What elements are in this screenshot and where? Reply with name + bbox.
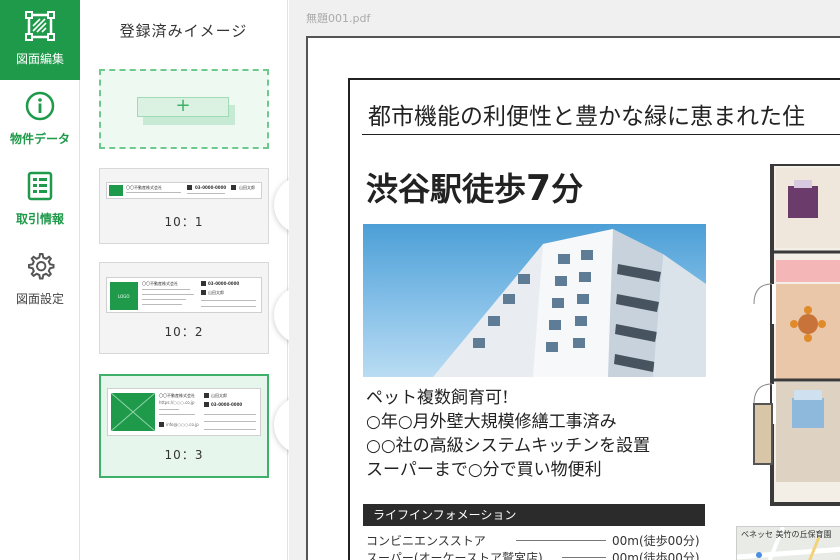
logo-placeholder <box>110 392 156 432</box>
template-card-10-1[interactable]: 〇〇不動産株式会社 03-0000-0000 山田太郎 10：1 <box>99 168 269 244</box>
nav-floorplan-edit[interactable]: 図面編集 <box>0 0 80 80</box>
station-prefix: 渋谷駅徒歩 <box>366 170 527 208</box>
thumb-url: https://○○○.co.jp <box>159 400 195 405</box>
thumb-tel: 03-0000-0000 <box>211 402 243 407</box>
thumb-tel: 03-0000-0000 <box>195 185 227 190</box>
nav-label: 取引情報 <box>15 212 64 226</box>
template-ratio: 10：3 <box>164 448 204 462</box>
plus-icon: + <box>137 97 229 117</box>
feature-item: スーパーまで○分で買い物便利 <box>366 460 602 480</box>
gear-icon <box>28 253 55 280</box>
thumb-logo: LOGO <box>118 294 130 299</box>
template-card-10-2[interactable]: LOGO 〇〇不動産株式会社 03-0000-0000 山田太郎 10：2 <box>99 262 269 354</box>
map-label: ベネッセ 美竹の丘保育園 <box>741 530 832 539</box>
station-suffix: 分 <box>551 170 584 208</box>
phone-icon <box>204 402 209 407</box>
list-document-icon <box>27 171 53 201</box>
info-icon <box>25 91 55 121</box>
nav-label: 図面設定 <box>15 292 64 306</box>
floor-plan-drawing <box>753 162 840 506</box>
thumb-company: 〇〇不動産株式会社 <box>159 393 195 398</box>
leader-line <box>516 540 606 541</box>
floorplan-edit-icon <box>25 11 55 41</box>
nav-label: 物件データ <box>9 132 70 146</box>
phone-icon <box>201 281 206 286</box>
thumb-company: 〇〇不動産株式会社 <box>142 281 178 286</box>
thumb-text-line <box>142 304 182 305</box>
person-icon <box>201 290 206 295</box>
file-name: 無題001.pdf <box>306 12 371 25</box>
thumb-text-line <box>126 192 181 193</box>
thumb-company: 〇〇不動産株式会社 <box>126 185 162 190</box>
thumb-text-line <box>204 429 256 430</box>
person-icon <box>204 393 209 398</box>
side-navigation: 図面編集 物件データ 取引情報 図面設定 <box>0 0 80 560</box>
template-thumbnail: LOGO 〇〇不動産株式会社 03-0000-0000 山田太郎 <box>106 277 262 313</box>
thumb-text-line <box>159 409 179 410</box>
nav-property-data[interactable]: 物件データ <box>0 80 80 160</box>
document-canvas[interactable]: 無題001.pdf 都市機能の利便性と豊かな緑に恵まれた住 渋谷駅徒歩7分 ペッ… <box>289 0 840 560</box>
station-minutes: 7 <box>526 168 552 209</box>
thumb-text-line <box>159 414 195 415</box>
life-information-header: ライフインフォメーション <box>363 504 705 526</box>
thumb-person: 山田太郎 <box>208 290 224 295</box>
template-thumbnail: 〇〇不動産株式会社 03-0000-0000 山田太郎 <box>106 182 262 199</box>
add-image-button[interactable]: + <box>99 69 269 149</box>
template-card-10-3[interactable]: 〇〇不動産株式会社 https://○○○.co.jp info@○○○.co.… <box>99 374 269 478</box>
thumb-person: 山田太郎 <box>211 393 227 398</box>
building-illustration <box>433 229 706 377</box>
nav-label: 図面編集 <box>15 52 64 66</box>
thumb-text-line <box>142 294 194 295</box>
logo-placeholder <box>109 185 123 196</box>
thumb-text-line <box>187 193 225 194</box>
feature-list: ペット複数飼育可! ○年○月外壁大規模修繕工事済み ○○社の高級システムキッチン… <box>366 386 650 482</box>
phone-icon <box>187 185 192 190</box>
thumb-text-line <box>204 414 256 415</box>
flyer-document[interactable]: 都市機能の利便性と豊かな緑に恵まれた住 渋谷駅徒歩7分 ペット複数飼育可! ○年… <box>348 78 840 560</box>
template-thumbnail: 〇〇不動産株式会社 https://○○○.co.jp info@○○○.co.… <box>107 388 261 436</box>
image-placeholder-cross <box>110 392 156 432</box>
flyer-headline: 都市機能の利便性と豊かな緑に恵まれた住 <box>368 104 805 130</box>
nav-floorplan-settings[interactable]: 図面設定 <box>0 240 80 320</box>
template-ratio: 10：1 <box>164 215 204 229</box>
feature-item: ペット複数飼育可! <box>366 388 509 408</box>
registered-images-panel: 登録済みイメージ + 〇〇不動産株式会社 03-0000-0000 山田太郎 1… <box>80 0 288 560</box>
area-map: ベネッセ 美竹の丘保育園 <box>736 526 840 560</box>
thumb-text-line <box>204 421 256 422</box>
feature-item: ○年○月外壁大規模修繕工事済み <box>366 412 617 432</box>
thumb-text-line <box>142 299 186 300</box>
thumb-text-line <box>201 300 256 301</box>
thumb-text-line <box>201 306 256 307</box>
feature-item: ○○社の高級システムキッチンを設置 <box>366 436 651 456</box>
thumb-person: 山田太郎 <box>239 185 255 190</box>
thumb-tel: 03-0000-0000 <box>208 281 240 286</box>
mail-icon <box>159 422 164 427</box>
person-icon <box>231 185 236 190</box>
panel-title: 登録済みイメージ <box>119 22 248 40</box>
building-photo <box>363 224 706 377</box>
facility-distance: 00m(徒歩00分) <box>612 551 700 560</box>
thumb-text-line <box>142 289 190 290</box>
page-sheet: 都市機能の利便性と豊かな緑に恵まれた住 渋谷駅徒歩7分 ペット複数飼育可! ○年… <box>306 36 840 560</box>
facility-name: スーパー(オーケーストア鷲宮店) <box>366 551 543 560</box>
leader-line <box>562 557 606 558</box>
floor-plan-image <box>748 162 840 512</box>
facility-distance: 00m(徒歩00分) <box>612 534 700 548</box>
nav-transaction-info[interactable]: 取引情報 <box>0 160 80 240</box>
facility-name: コンビニエンスストア <box>366 534 486 548</box>
station-access: 渋谷駅徒歩7分 <box>366 164 583 210</box>
thumb-email: info@○○○.co.jp <box>166 422 199 427</box>
headline-rule <box>362 134 840 135</box>
template-ratio: 10：2 <box>164 325 204 339</box>
